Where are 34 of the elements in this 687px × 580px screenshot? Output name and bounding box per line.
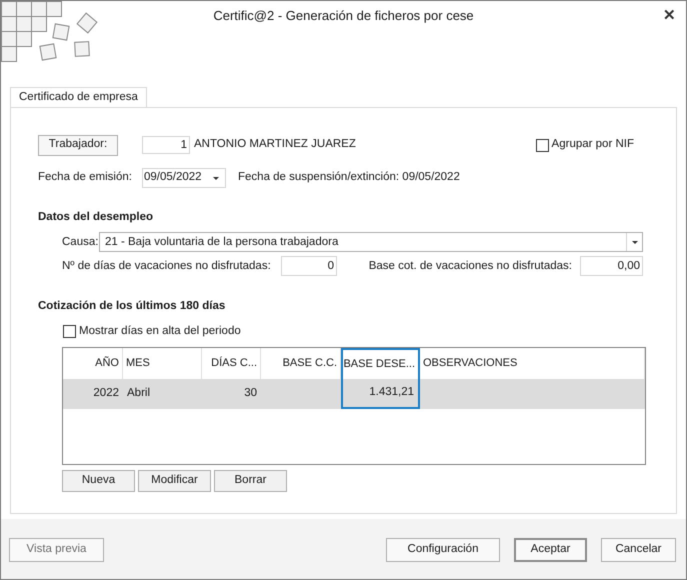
table-action-button[interactable]: Borrar — [214, 470, 287, 492]
dialog-button[interactable]: Cancelar — [601, 538, 676, 562]
caret-icon — [632, 240, 638, 244]
date-dropdown[interactable]: 09/05/2022 — [142, 168, 226, 188]
worker-name: ANTONIO MARTINEZ JUAREZ — [194, 137, 356, 152]
field-label: Fecha de emisión: — [38, 170, 133, 186]
table-row[interactable]: 2022 Abril 30 1.431,21 — [63, 378, 645, 408]
section-heading: Cotización de los últimos 180 días — [37, 299, 226, 314]
checkbox-label: Mostrar días en alta del periodo — [79, 324, 241, 339]
table-cell-text: 2022 — [92, 386, 120, 401]
section-heading: Datos del desempleo — [37, 210, 154, 225]
table-action-button[interactable]: Nueva — [62, 470, 135, 492]
suspension-date-text: Fecha de suspensión/extinción: 09/05/2022 — [238, 170, 460, 186]
window-title: Certific@2 - Generación de ficheros por cese — [213, 7, 474, 26]
worker-button[interactable]: Trabajador: — [38, 134, 118, 156]
vacation-days-field[interactable]: 0 — [281, 256, 337, 276]
table-cell-text: 30 — [243, 386, 258, 401]
dialog-button[interactable]: Aceptar — [514, 538, 587, 562]
vacation-base-field[interactable]: 0,00 — [580, 256, 643, 276]
field-label: Base cot. de vacaciones no disfrutadas: — [368, 258, 572, 274]
checkbox[interactable] — [536, 138, 549, 152]
dialog-button[interactable]: Configuración — [386, 538, 500, 562]
field-label: Nº de días de vacaciones no disfrutadas: — [62, 258, 272, 274]
caret-icon — [213, 176, 219, 180]
worker-number-field[interactable]: 1 — [142, 136, 190, 154]
checkbox-label: Agrupar por NIF — [552, 137, 634, 152]
table-cell-text: Abril — [126, 386, 152, 401]
table-action-button[interactable]: Modificar — [138, 470, 211, 492]
field-label: Causa: — [62, 234, 99, 250]
table-cell: 1.431,21 — [341, 378, 420, 408]
tab[interactable]: Certificado de empresa — [10, 87, 147, 107]
cause-dropdown[interactable]: 21 - Baja voluntaria de la persona trabajadora — [99, 232, 643, 252]
checkbox[interactable] — [63, 325, 76, 338]
close-button[interactable]: ✕ — [663, 5, 676, 28]
